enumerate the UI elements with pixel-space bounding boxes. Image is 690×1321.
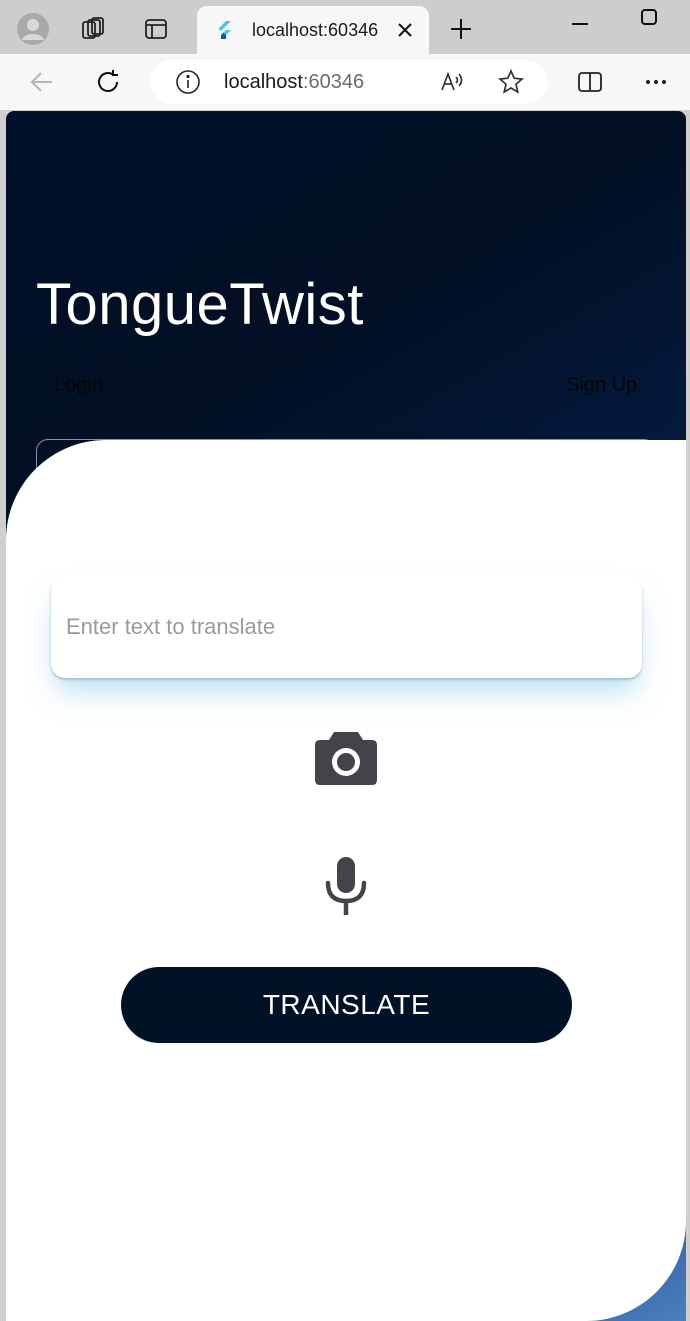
camera-button[interactable] bbox=[312, 723, 380, 789]
tab-actions-icon[interactable] bbox=[139, 12, 173, 46]
url-text: localhost:60346 bbox=[224, 71, 365, 93]
page-viewport: TongueTwist Login Sign Up TRANSLATE bbox=[6, 111, 686, 1321]
browser-toolbar: localhost:60346 bbox=[0, 54, 690, 110]
favorite-star-icon[interactable] bbox=[495, 66, 527, 98]
address-bar[interactable]: localhost:60346 bbox=[150, 60, 548, 104]
back-arrow-icon[interactable] bbox=[26, 66, 58, 98]
translate-input-card bbox=[51, 576, 642, 678]
workspaces-icon[interactable] bbox=[76, 12, 110, 46]
app-title: TongueTwist bbox=[36, 272, 364, 337]
read-aloud-icon[interactable] bbox=[436, 66, 468, 98]
translate-text-input[interactable] bbox=[51, 576, 642, 678]
tab-title: localhost:60346 bbox=[252, 20, 379, 40]
browser-tab-strip: localhost:60346 bbox=[0, 0, 690, 54]
new-tab-plus-icon[interactable] bbox=[446, 14, 476, 44]
profile-avatar-icon[interactable] bbox=[16, 12, 50, 46]
close-tab-icon[interactable] bbox=[395, 20, 415, 40]
translate-button[interactable]: TRANSLATE bbox=[121, 967, 572, 1043]
microphone-button[interactable] bbox=[320, 853, 372, 919]
reload-icon[interactable] bbox=[92, 66, 124, 98]
window-minimize-icon[interactable] bbox=[570, 14, 590, 25]
more-options-icon[interactable] bbox=[640, 66, 672, 98]
camera-icon bbox=[315, 732, 377, 785]
site-info-icon[interactable] bbox=[172, 66, 204, 98]
signup-link[interactable]: Sign Up bbox=[566, 374, 637, 397]
active-tab[interactable]: localhost:60346 bbox=[197, 6, 429, 54]
login-link[interactable]: Login bbox=[54, 374, 103, 397]
flutter-favicon-icon bbox=[215, 20, 235, 40]
split-screen-icon[interactable] bbox=[574, 66, 606, 98]
microphone-icon bbox=[325, 857, 367, 915]
window-maximize-icon[interactable] bbox=[640, 8, 658, 26]
